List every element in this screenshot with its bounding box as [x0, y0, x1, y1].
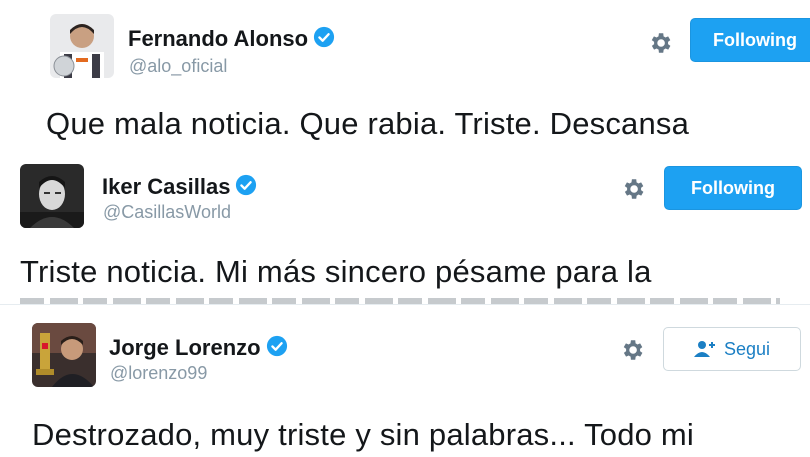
tweet-card: Jorge Lorenzo @lorenzo99 Segui Destrozad… [0, 304, 810, 457]
verified-badge-icon [313, 27, 335, 48]
tweet-card: Fernando Alonso @alo_oficial Following Q… [0, 0, 810, 160]
tweet-text: Destrozado, muy triste y sin palabras...… [32, 417, 695, 452]
follow-button[interactable]: Segui [663, 327, 801, 371]
gear-icon[interactable] [619, 337, 645, 363]
username[interactable]: @lorenzo99 [110, 363, 207, 384]
display-name[interactable]: Jorge Lorenzo [109, 335, 288, 361]
gear-icon[interactable] [620, 176, 646, 202]
tweet-text: Que mala noticia. Que rabia. Triste. Des… [46, 106, 690, 141]
username[interactable]: @alo_oficial [129, 56, 227, 77]
username[interactable]: @CasillasWorld [103, 202, 231, 223]
following-button[interactable]: Following [664, 166, 802, 210]
display-name[interactable]: Fernando Alonso [128, 26, 335, 52]
follow-button-label: Segui [723, 338, 771, 359]
avatar[interactable] [20, 164, 84, 228]
avatar[interactable] [50, 14, 114, 78]
avatar[interactable] [32, 323, 96, 387]
gear-icon[interactable] [647, 30, 673, 56]
tweet-text: Triste noticia. Mi más sincero pésame pa… [20, 254, 652, 289]
verified-badge-icon [266, 336, 287, 357]
verified-badge-icon [236, 175, 257, 196]
tweet-card: Iker Casillas @CasillasWorld Following T… [0, 158, 810, 304]
following-button[interactable]: Following [690, 18, 810, 62]
display-name[interactable]: Iker Casillas [102, 174, 257, 200]
add-user-icon [693, 341, 715, 357]
